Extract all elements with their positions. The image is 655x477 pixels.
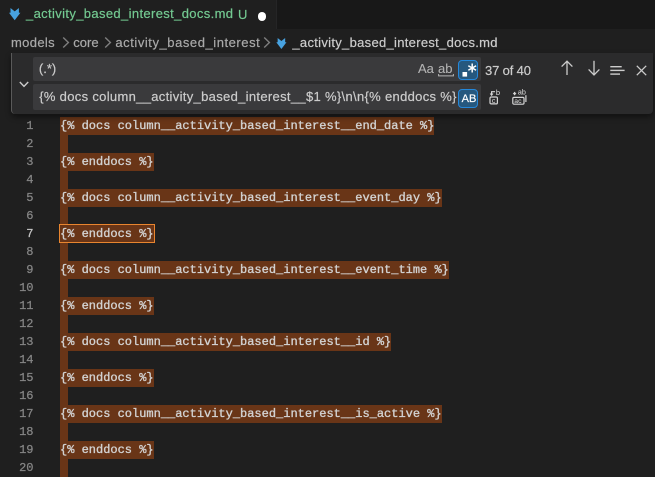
svg-text:ab: ab [518, 88, 526, 97]
svg-text:b: b [495, 88, 499, 97]
svg-text:c: c [491, 98, 495, 105]
svg-text:ac: ac [514, 98, 522, 105]
